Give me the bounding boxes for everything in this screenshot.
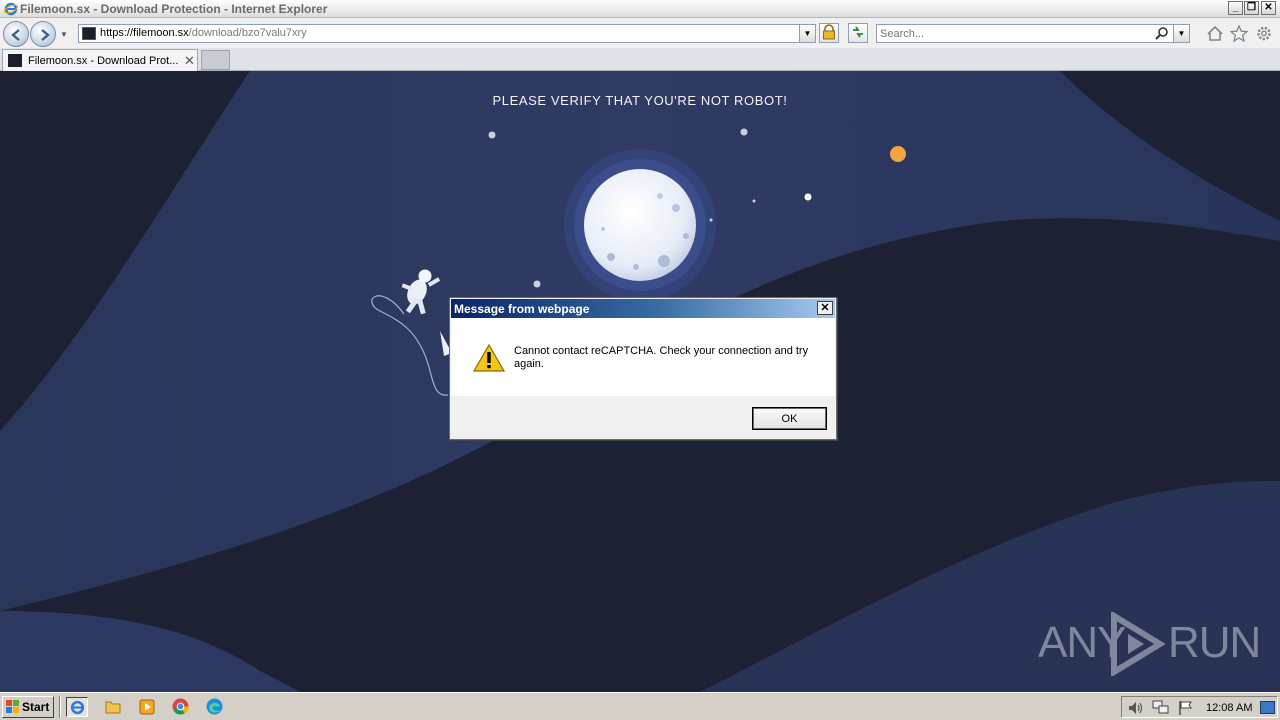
search-dropdown-button[interactable]: ▼ — [1173, 25, 1189, 42]
watermark-text-right: RUN — [1168, 618, 1261, 667]
folder-icon — [105, 701, 121, 714]
close-window-button[interactable]: ✕ — [1261, 1, 1276, 15]
tab-label: Filemoon.sx - Download Prot... — [28, 55, 179, 67]
tab-close-icon[interactable]: ✕ — [184, 53, 195, 69]
dialog-message: Cannot contact reCAPTCHA. Check your con… — [514, 345, 809, 370]
forward-arrow-icon — [41, 29, 50, 41]
taskbar-separator — [59, 696, 61, 718]
warning-icon — [473, 344, 505, 372]
window-title: Filemoon.sx - Download Protection - Inte… — [20, 2, 328, 16]
recent-pages-dropdown[interactable]: ▼ — [60, 30, 68, 39]
network-icon[interactable] — [1152, 700, 1170, 716]
address-url[interactable]: https://filemoon.sx/download/bzo7valu7xr… — [100, 27, 307, 39]
taskbar-explorer-button[interactable] — [102, 697, 124, 717]
search-icon[interactable] — [1155, 26, 1169, 40]
favorites-star-icon[interactable] — [1230, 25, 1248, 42]
site-favicon — [8, 54, 22, 67]
security-lock-button[interactable] — [819, 23, 839, 43]
verify-heading: PLEASE VERIFY THAT YOU'RE NOT ROBOT! — [492, 93, 788, 108]
dialog-title: Message from webpage — [454, 302, 590, 316]
home-icon[interactable] — [1206, 25, 1224, 42]
restore-button[interactable]: ❐ — [1244, 1, 1259, 15]
taskbar: Start 12:08 AM — [0, 692, 1280, 720]
internet-explorer-icon — [70, 700, 85, 715]
dialog-close-button[interactable]: ✕ — [817, 301, 833, 315]
taskbar-media-player-button[interactable] — [136, 697, 158, 717]
action-center-flag-icon[interactable] — [1178, 700, 1194, 716]
settings-gear-icon[interactable] — [1255, 25, 1273, 42]
show-desktop-icon[interactable] — [1260, 701, 1275, 714]
alert-dialog[interactable]: Message from webpage ✕ Cannot contact re… — [449, 297, 837, 440]
back-button[interactable] — [3, 21, 29, 47]
play-logo-icon — [1111, 612, 1166, 676]
site-favicon — [82, 27, 96, 40]
windows-logo-icon — [6, 700, 19, 713]
search-box[interactable]: ▼ — [876, 24, 1190, 43]
internet-explorer-icon — [4, 2, 18, 16]
lock-icon — [823, 24, 835, 40]
taskbar-edge-button[interactable] — [204, 697, 226, 717]
minimize-button[interactable]: _ — [1228, 1, 1243, 15]
dialog-titlebar[interactable]: Message from webpage ✕ — [451, 299, 835, 318]
chrome-icon — [172, 698, 189, 715]
refresh-button[interactable] — [848, 23, 868, 43]
tab-bar: Filemoon.sx - Download Prot... ✕ — [0, 48, 1280, 71]
edge-icon — [206, 698, 223, 715]
navigation-bar: ▼ https://filemoon.sx/download/bzo7valu7… — [0, 18, 1280, 48]
taskbar-clock: 12:08 AM — [1206, 702, 1253, 714]
orange-planet — [890, 146, 906, 162]
taskbar-chrome-button[interactable] — [170, 697, 192, 717]
address-bar[interactable]: https://filemoon.sx/download/bzo7valu7xr… — [78, 24, 816, 43]
moon — [584, 169, 696, 281]
new-tab-button[interactable] — [201, 50, 230, 70]
start-button[interactable]: Start — [2, 696, 54, 718]
forward-button[interactable] — [30, 21, 56, 47]
address-dropdown-button[interactable]: ▼ — [799, 25, 815, 42]
start-label: Start — [22, 700, 50, 714]
media-player-icon — [139, 699, 155, 715]
search-input[interactable] — [880, 26, 1150, 41]
refresh-icon — [853, 26, 863, 38]
tab-filemoon[interactable]: Filemoon.sx - Download Prot... ✕ — [2, 49, 198, 71]
back-arrow-icon — [11, 29, 20, 41]
system-tray: 12:08 AM — [1121, 696, 1278, 718]
taskbar-ie-button[interactable] — [66, 697, 88, 717]
dialog-body: Cannot contact reCAPTCHA. Check your con… — [451, 318, 835, 396]
window-titlebar[interactable]: Filemoon.sx - Download Protection - Inte… — [0, 0, 1280, 18]
ok-button[interactable]: OK — [752, 407, 827, 430]
volume-icon[interactable] — [1128, 701, 1144, 715]
